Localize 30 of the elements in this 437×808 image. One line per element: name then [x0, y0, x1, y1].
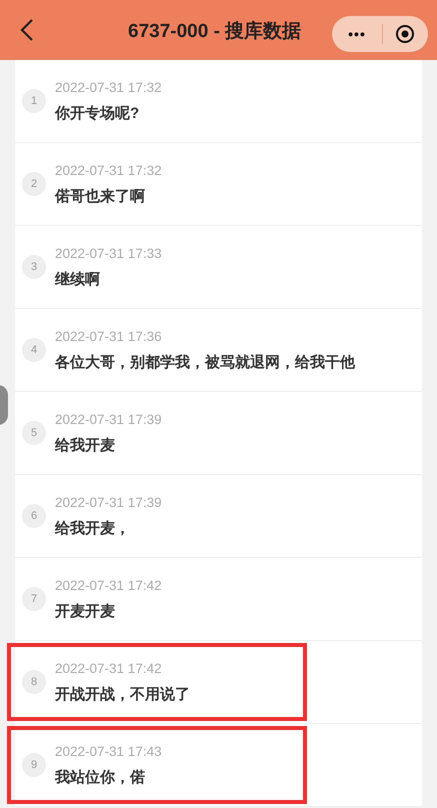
- timestamp: 2022-07-31 17:39: [55, 412, 162, 426]
- page-title: 6737-000 - 搜库数据: [128, 20, 302, 44]
- timestamp: 2022-07-31 17:39: [55, 496, 162, 510]
- message-text: 开麦开麦: [55, 604, 116, 620]
- timestamp: 2022-07-31 17:43: [55, 744, 162, 758]
- message-text: 给我开麦，: [55, 521, 131, 536]
- index-badge: 1: [22, 89, 46, 113]
- message-text: 继续啊: [55, 272, 101, 288]
- index-badge: 4: [22, 338, 46, 362]
- timestamp: 2022-07-31 17:33: [55, 246, 162, 260]
- message-text: 我站位你，偌: [55, 770, 146, 786]
- back-icon[interactable]: [20, 18, 34, 42]
- index-badge: 7: [22, 587, 46, 611]
- index-badge: 6: [22, 504, 46, 528]
- message-text: 你开专场呢?: [55, 106, 140, 122]
- message-text: 给我开麦: [55, 438, 116, 454]
- message-text: 开战开战，不用说了: [55, 687, 190, 702]
- more-button[interactable]: •••: [332, 24, 382, 44]
- index-badge: 9: [22, 753, 46, 777]
- timestamp: 2022-07-31 17:36: [55, 330, 163, 344]
- timestamp: 2022-07-31 17:32: [55, 80, 162, 94]
- message-text: 偌哥也来了啊: [55, 189, 146, 204]
- timestamp: 2022-07-31 17:42: [55, 662, 163, 676]
- index-badge: 3: [22, 255, 46, 279]
- timestamp: 2022-07-31 17:42: [55, 578, 162, 592]
- timestamp: 2022-07-31 17:32: [55, 164, 162, 178]
- index-badge: 5: [22, 421, 46, 445]
- index-badge: 2: [22, 172, 46, 196]
- index-badge: 8: [22, 670, 46, 694]
- message-text: 各位大哥，别都学我，被骂就退网，给我干他: [55, 355, 355, 370]
